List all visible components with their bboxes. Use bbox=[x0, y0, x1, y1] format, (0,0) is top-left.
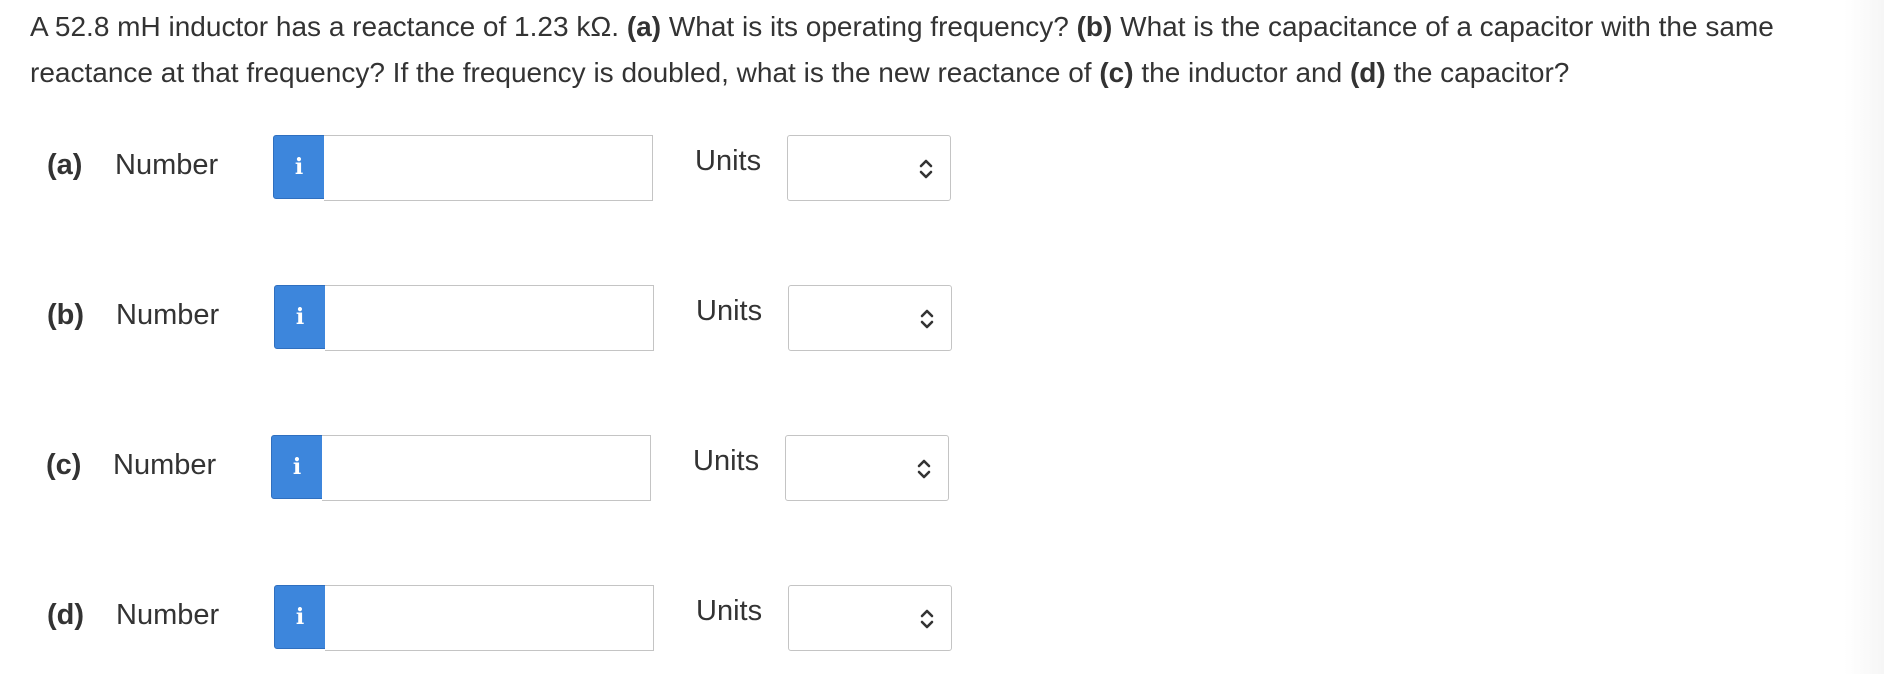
info-icon: i bbox=[292, 454, 302, 480]
question-segment-bold: (d) bbox=[1349, 57, 1386, 88]
number-label: Number bbox=[116, 299, 220, 331]
question-segment-bold: (c) bbox=[1099, 57, 1134, 88]
question-segment-bold: (b) bbox=[1076, 11, 1113, 42]
chevron-up-down-icon bbox=[919, 159, 933, 179]
number-label: Number bbox=[113, 449, 217, 481]
info-button[interactable]: i bbox=[273, 135, 325, 199]
part-label: (c) bbox=[46, 449, 82, 481]
question-segment: A 52.8 mH inductor has a reactance of 1.… bbox=[30, 11, 627, 42]
chevron-up-down-icon bbox=[920, 609, 934, 629]
units-label: Units bbox=[693, 445, 760, 477]
question-segment: What is its operating frequency? bbox=[661, 11, 1077, 42]
info-icon: i bbox=[295, 304, 305, 330]
units-label: Units bbox=[695, 145, 762, 177]
answer-row-a: (a) Number i Units bbox=[0, 135, 960, 201]
part-label: (b) bbox=[47, 299, 85, 331]
number-input-c[interactable] bbox=[322, 435, 651, 501]
part-label: (a) bbox=[47, 149, 83, 181]
answer-row-c: (c) Number i Units bbox=[0, 435, 960, 501]
number-input-d[interactable] bbox=[325, 585, 654, 651]
info-icon: i bbox=[295, 604, 305, 630]
number-label: Number bbox=[116, 599, 220, 631]
units-select-c[interactable] bbox=[785, 435, 949, 501]
chevron-up-down-icon bbox=[917, 459, 931, 479]
answer-row-d: (d) Number i Units bbox=[0, 585, 960, 651]
chevron-up-down-icon bbox=[920, 309, 934, 329]
units-select-d[interactable] bbox=[788, 585, 952, 651]
question-segment: the capacitor? bbox=[1385, 57, 1570, 88]
info-icon: i bbox=[294, 154, 304, 180]
units-label: Units bbox=[696, 595, 763, 627]
number-label: Number bbox=[115, 149, 219, 181]
info-button[interactable]: i bbox=[274, 285, 326, 349]
info-button[interactable]: i bbox=[271, 435, 323, 499]
number-input-b[interactable] bbox=[325, 285, 654, 351]
number-input-a[interactable] bbox=[324, 135, 653, 201]
units-select-b[interactable] bbox=[788, 285, 952, 351]
units-label: Units bbox=[696, 295, 763, 327]
question-segment: the inductor and bbox=[1133, 57, 1350, 88]
units-select-a[interactable] bbox=[787, 135, 951, 201]
answer-row-b: (b) Number i Units bbox=[0, 285, 960, 351]
page-edge-shadow bbox=[1844, 0, 1884, 674]
info-button[interactable]: i bbox=[274, 585, 326, 649]
question-segment-bold: (a) bbox=[626, 11, 662, 42]
question-text: A 52.8 mH inductor has a reactance of 1.… bbox=[30, 4, 1875, 96]
part-label: (d) bbox=[47, 599, 85, 631]
